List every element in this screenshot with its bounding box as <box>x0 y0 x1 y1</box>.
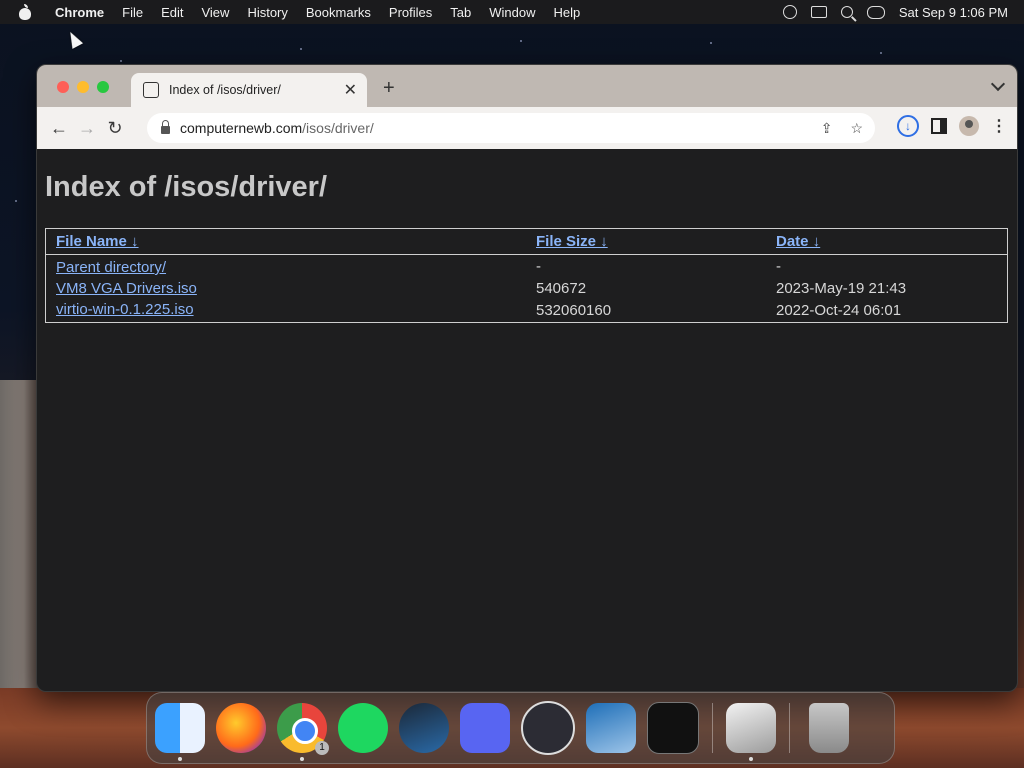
menu-help[interactable]: Help <box>545 5 590 20</box>
menu-bar: Chrome File Edit View History Bookmarks … <box>0 0 1024 24</box>
apple-icon[interactable] <box>18 4 32 20</box>
screen-mirroring-icon[interactable] <box>810 6 827 18</box>
window-controls <box>57 81 109 93</box>
column-header-date: Date ↓ <box>766 229 1007 255</box>
tab-title: Index of /isos/driver/ <box>169 83 281 97</box>
table-header-row: File Name ↓ File Size ↓ Date ↓ <box>46 229 1007 255</box>
discord-icon[interactable] <box>460 703 510 753</box>
new-tab-button[interactable]: + <box>383 77 395 100</box>
side-panel-icon[interactable] <box>931 118 947 134</box>
bootcamp-icon[interactable] <box>726 703 776 761</box>
column-header-size: File Size ↓ <box>526 229 766 255</box>
dock-separator <box>712 703 713 753</box>
reload-button[interactable]: ↻ <box>101 114 129 142</box>
profile-avatar-icon[interactable] <box>959 116 979 136</box>
obs-icon[interactable] <box>521 701 575 755</box>
spotlight-search-icon[interactable] <box>840 6 853 18</box>
running-indicator <box>300 757 304 761</box>
forward-button[interactable]: → <box>73 114 101 142</box>
file-name-cell: virtio-win-0.1.225.iso <box>46 299 526 322</box>
menu-app-name[interactable]: Chrome <box>46 5 113 20</box>
bookmark-star-icon[interactable]: ☆ <box>850 120 863 137</box>
file-date-cell: - <box>776 258 781 275</box>
menu-extras: Sat Sep 9 1:06 PM <box>782 5 1024 20</box>
sort-by-name-link[interactable]: File Name ↓ <box>56 233 139 250</box>
tab-search-chevron-icon[interactable] <box>990 76 1006 92</box>
virtualbox-icon[interactable] <box>586 703 636 753</box>
wallpaper-rock <box>0 380 40 710</box>
menu-edit[interactable]: Edit <box>152 5 192 20</box>
dock-separator <box>789 703 790 753</box>
back-button[interactable]: ← <box>45 114 73 142</box>
file-date-cell: 2023-May-19 21:43 <box>776 280 907 297</box>
menu-history[interactable]: History <box>238 5 296 20</box>
browser-window: Index of /isos/driver/ ✕ + ← → ↻ compute… <box>36 64 1018 692</box>
chrome-badge: 1 <box>315 741 329 755</box>
sort-by-date-link[interactable]: Date ↓ <box>776 233 820 250</box>
menu-profiles[interactable]: Profiles <box>380 5 441 20</box>
table-row: virtio-win-0.1.225.iso 532060160 2022-Oc… <box>46 299 1007 322</box>
file-link[interactable]: Parent directory/ <box>56 259 166 276</box>
share-icon[interactable]: ⇪ <box>821 120 833 137</box>
file-name-cell: VM8 VGA Drivers.iso <box>46 278 526 299</box>
toolbar-actions: ↓ ⋮ <box>897 115 1007 137</box>
file-index-table: File Name ↓ File Size ↓ Date ↓ Parent di… <box>45 228 1008 323</box>
finder-icon[interactable] <box>155 703 205 761</box>
download-icon[interactable]: ↓ <box>897 115 919 137</box>
file-size-cell: 540672 <box>536 280 587 297</box>
running-indicator <box>749 757 753 761</box>
minimize-window-button[interactable] <box>77 81 89 93</box>
table-row: Parent directory/ - - <box>46 255 1007 278</box>
page-content: Index of /isos/driver/ File Name ↓ File … <box>37 149 1017 345</box>
url-path: /isos/driver/ <box>302 120 374 136</box>
menu-clock[interactable]: Sat Sep 9 1:06 PM <box>899 5 1008 20</box>
mouse-cursor-icon <box>64 29 84 49</box>
chrome-icon[interactable]: 1 <box>277 703 329 761</box>
running-indicator <box>178 757 182 761</box>
terminal-icon[interactable] <box>647 702 699 754</box>
firefox-icon[interactable] <box>216 703 266 753</box>
file-link[interactable]: VM8 VGA Drivers.iso <box>56 280 197 297</box>
tab-strip: Index of /isos/driver/ ✕ + <box>37 65 1017 107</box>
address-bar[interactable]: computernewb.com/isos/driver/ ⇪ ☆ <box>147 113 875 143</box>
url-host: computernewb.com <box>180 120 303 136</box>
file-size-cell: - <box>536 258 541 275</box>
file-name-cell: Parent directory/ <box>46 255 526 278</box>
sort-by-size-link[interactable]: File Size ↓ <box>536 233 608 250</box>
omnibox-actions: ⇪ ☆ <box>821 120 875 137</box>
site-favicon-icon <box>143 82 159 98</box>
more-menu-icon[interactable]: ⋮ <box>991 116 1007 136</box>
spotify-icon[interactable] <box>338 703 388 753</box>
close-window-button[interactable] <box>57 81 69 93</box>
page-title: Index of /isos/driver/ <box>45 171 328 203</box>
lock-icon[interactable] <box>161 120 170 134</box>
browser-toolbar: ← → ↻ computernewb.com/isos/driver/ ⇪ ☆ … <box>37 107 1017 149</box>
column-header-name: File Name ↓ <box>46 229 526 255</box>
menu-tab[interactable]: Tab <box>441 5 480 20</box>
menu-file[interactable]: File <box>113 5 152 20</box>
file-link[interactable]: virtio-win-0.1.225.iso <box>56 301 194 318</box>
menu-window[interactable]: Window <box>480 5 544 20</box>
table-row: VM8 VGA Drivers.iso 540672 2023-May-19 2… <box>46 278 1007 299</box>
trash-icon[interactable] <box>809 703 849 753</box>
dock: 1 <box>146 692 895 764</box>
steam-icon[interactable] <box>399 703 449 753</box>
file-date-cell: 2022-Oct-24 06:01 <box>776 302 902 319</box>
file-size-cell: 532060160 <box>536 302 612 319</box>
user-icon[interactable] <box>782 5 797 19</box>
menu-bookmarks[interactable]: Bookmarks <box>297 5 380 20</box>
zoom-window-button[interactable] <box>97 81 109 93</box>
tab-active[interactable]: Index of /isos/driver/ ✕ <box>131 73 367 107</box>
close-tab-button[interactable]: ✕ <box>344 80 357 100</box>
control-center-icon[interactable] <box>866 5 885 19</box>
menu-view[interactable]: View <box>192 5 238 20</box>
